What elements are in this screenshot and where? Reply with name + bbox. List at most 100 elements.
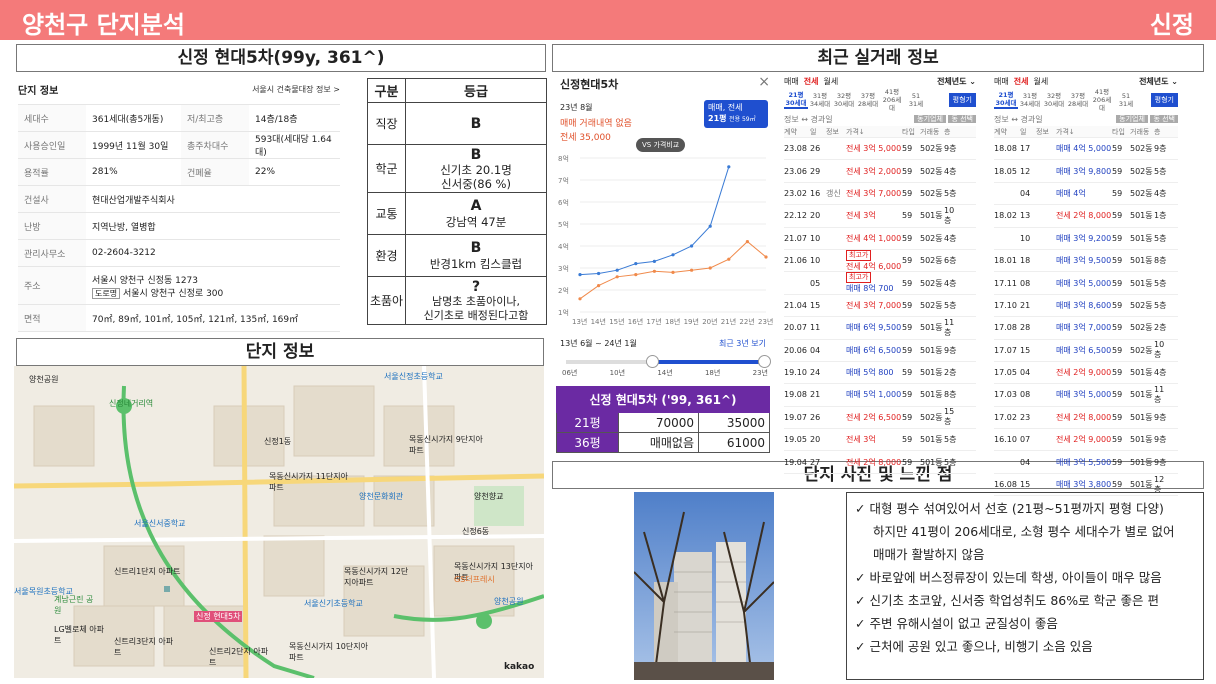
recent-3y-link[interactable]: 최근 3년 보기 [719,338,766,349]
building-registry-link[interactable]: 서울시 건축물대장 정보 > [252,84,340,95]
compare-button[interactable]: VS 가격비교 [636,138,686,152]
chart-jeonse-price: 전세 35,000 [560,133,611,143]
size-select-button[interactable]: 평형기 [1150,93,1178,107]
chart-type-selector[interactable]: 매매, 전세 21평 전용 59㎡ [704,100,768,128]
note-item: ✓ 주변 유해시설이 없고 균질성이 좋음 [855,616,1058,631]
data-point [708,224,712,228]
size-tab[interactable]: 31평 34세대 [1018,92,1042,108]
table-row[interactable]: 17.05 04 전세 2억 9,000 59 501동 4층 [994,362,1178,385]
size-tab[interactable]: 37평 28세대 [856,92,880,108]
tab-deal-type[interactable]: 매매 [994,77,1009,86]
table-row[interactable]: 04 매매 4억 59 502동 4층 [994,183,1178,206]
tab-deal-type[interactable]: 전세 [1014,77,1029,86]
map-label: LG벨로체 아파트 [54,625,104,645]
data-point [690,244,694,248]
size-tab[interactable]: 21평 30세대 [784,91,808,109]
tab-deal-type[interactable]: 전세 [804,77,819,86]
tab-deal-type[interactable]: 월세 [823,77,838,86]
y-tick-label: 7억 [558,177,569,185]
table-row[interactable]: 22.12 20 전세 3억 59 501동 10층 [784,205,976,228]
note-item: ✓ 근처에 공원 있고 좋으나, 비행기 소음 있음 [855,639,1093,654]
table-row[interactable]: 23.06 29 전세 3억 2,000 59 502동 4층 [784,160,976,183]
data-point [727,165,731,169]
close-icon[interactable]: × [758,75,770,92]
table-row[interactable]: 17.03 08 매매 3억 5,000 59 501동 11층 [994,384,1178,407]
range-slider-handle-start[interactable] [646,355,659,368]
table-row[interactable]: 19.07 26 전세 2억 6,500 59 502동 15층 [784,407,976,430]
data-point [745,240,749,244]
table-row: 관리사무소 02-2604-3212 [18,239,340,267]
data-point [634,273,638,277]
table-row[interactable]: 18.08 17 매매 4억 5,000 59 502동 9층 [994,138,1178,161]
table-row: 환경 B 반경1km 킴스클럽 [367,234,547,277]
map-label: 신트리3단지 아파트 [114,637,174,657]
size-tab[interactable]: 21평 30세대 [994,91,1018,109]
size-tab[interactable]: 32평 30세대 [832,92,856,108]
x-tick-label: 21년 [721,317,736,326]
table-row[interactable]: 18.02 13 전세 2억 8,000 59 501동 1층 [994,205,1178,228]
table-row[interactable]: 23.02 16 갱신 전세 3억 7,000 59 502동 5층 [784,183,976,206]
map-label: 신트리1단지 아파트 [114,567,181,576]
map-label: 서울신정초등학교 [384,372,443,381]
table-row[interactable]: 17.02 23 전세 2억 8,000 59 501동 9층 [994,407,1178,430]
data-point [615,268,619,272]
map-label: 서울신기초등학교 [304,599,363,608]
map-label: 서울신서중학교 [134,519,186,528]
table-row[interactable]: 19.10 24 매매 5억 800 59 501동 2층 [784,362,976,385]
map-logo: kakao [504,662,535,672]
table-row: 세대수 361세대(총5개동) 저/최고층 14층/18층 [18,104,340,132]
size-tab[interactable]: 32평 30세대 [1042,92,1066,108]
deal-type-tabs: 매매 전세 월세 [784,76,843,87]
complex-section-title: 신정 현대5차(99y, 361^) [16,44,546,72]
filter-chip[interactable]: 동기업체 [914,115,946,123]
x-tick-label: 23년 [758,317,773,326]
size-tab[interactable]: 31평 34세대 [808,92,832,108]
map-label: 양천문화회관 [359,492,404,501]
table-row[interactable]: 17.08 28 매매 3억 7,000 59 502동 2층 [994,317,1178,340]
size-select-button[interactable]: 평형기 [948,93,976,107]
table-row[interactable]: 16.10 07 전세 2억 9,000 59 501동 9층 [994,429,1178,452]
table-row[interactable]: 23.08 26 전세 3억 5,000 59 502동 9층 [784,138,976,161]
table-row[interactable]: 21.04 15 전세 3억 7,000 59 502동 5층 [784,295,976,318]
location-map[interactable]: 신정1동 서울신정초등학교 서울신서중학교 서울신기초등학교 신정6동 신정 현… [14,366,544,678]
size-tab[interactable]: 41평 206세대 [880,88,904,112]
table-row[interactable]: 17.11 08 매매 3억 5,000 59 501동 5층 [994,272,1178,295]
range-label: 13년 6월 ~ 24년 1월 [560,339,637,348]
dong-select-chip[interactable]: 동 선택 [948,115,976,123]
dong-select-chip[interactable]: 동 선택 [1150,115,1178,123]
x-tick-label: 20년 [702,317,717,326]
table-row[interactable]: 19.04 27 전세 2억 8,000 59 501동 5층 [784,451,976,474]
table-row[interactable]: 17.07 15 매매 3억 6,500 59 502동 10층 [994,340,1178,362]
table-row[interactable]: 05 최고가 매매 8억 700 59 502동 4층 [784,272,976,295]
size-tab[interactable]: 41평 206세대 [1090,88,1114,112]
size-tab[interactable]: 51 31세 [1114,92,1138,108]
range-slider-track[interactable] [566,355,771,368]
size-tab[interactable]: 37평 28세대 [1066,92,1090,108]
table-row[interactable]: 19.08 21 매매 5억 1,000 59 501동 8층 [784,384,976,407]
filter-chip[interactable]: 동기업체 [1116,115,1148,123]
table-row[interactable]: 20.06 04 매매 6억 6,500 59 501동 9층 [784,340,976,362]
table-row[interactable]: 10 매매 3억 9,200 59 501동 5층 [994,228,1178,250]
period-dropdown[interactable]: 전체년도 ⌄ [937,76,976,87]
table-row[interactable]: 18.01 18 매매 3억 9,500 59 501동 8층 [994,250,1178,273]
table-row[interactable]: 04 매매 3억 5,500 59 501동 9층 [994,451,1178,474]
slider-ticks: 06년 10년 14년 18년 23년 [562,369,768,377]
table-row[interactable]: 19.05 20 전세 3억 59 501동 5층 [784,429,976,452]
grade-table: 구분 등급 직장 B 학군 B 신기초 20.1명 신서중(86 %) 교통 A 강남역 4… [367,78,547,325]
range-slider-handle-end[interactable] [758,355,771,368]
map-label: 신정6동 [462,527,490,536]
table-row[interactable]: 17.10 21 매매 3억 8,600 59 502동 5층 [994,295,1178,318]
map-label: 양천공원 [29,375,59,384]
table-row: 36평 매매없음 61000 [556,432,770,453]
info-table: 세대수 361세대(총5개동) 저/최고층 14층/18층 사용승인일 1999년 11… [18,104,340,332]
period-dropdown[interactable]: 전체년도 ⌄ [1139,76,1178,87]
size-tab[interactable]: 51 31세 [904,92,928,108]
table-row[interactable]: 18.05 12 매매 3억 9,800 59 502동 5층 [994,160,1178,183]
map-marker-complex[interactable]: 신정 현대5차 [194,611,243,622]
table-row[interactable]: 20.07 11 매매 6억 9,500 59 501동 11층 [784,317,976,340]
tab-deal-type[interactable]: 매매 [784,77,799,86]
table-row: 면적 70㎡, 89㎡, 101㎡, 105㎡, 121㎡, 135㎡, 169㎡ [18,304,340,332]
table-row[interactable]: 21.06 10 최고가 전세 4억 6,000 59 502동 6층 [784,249,976,273]
tab-deal-type[interactable]: 월세 [1033,77,1048,86]
table-row[interactable]: 21.07 10 전세 4억 1,000 59 502동 4층 [784,228,976,250]
